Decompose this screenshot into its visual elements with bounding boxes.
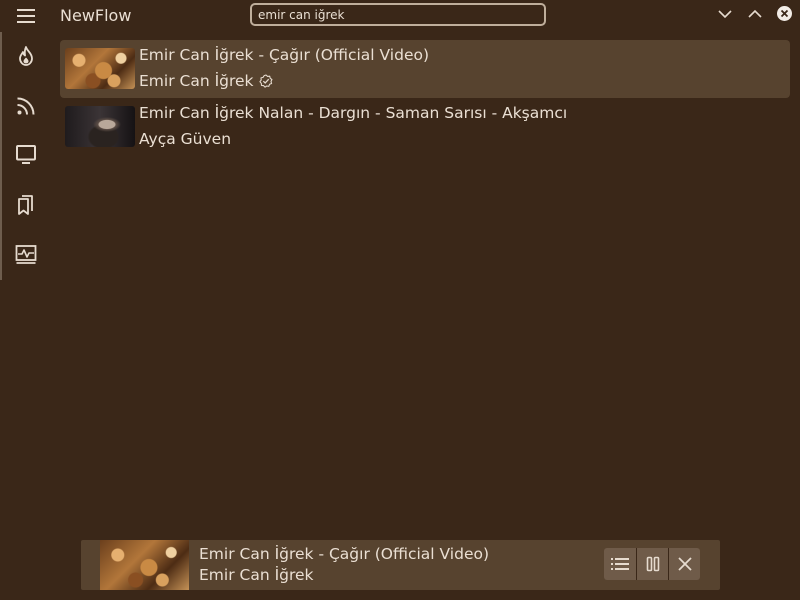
rss-icon — [17, 97, 35, 115]
verified-icon — [258, 74, 272, 88]
sidebar-item-trending[interactable] — [12, 42, 40, 70]
result-item[interactable]: Emir Can İğrek Nalan - Dargın - Saman Sa… — [60, 98, 790, 156]
sidebar-item-channels[interactable] — [12, 140, 40, 168]
queue-list-icon — [611, 558, 629, 570]
mini-player[interactable]: Emir Can İğrek - Çağır (Official Video) … — [81, 540, 720, 590]
sidebar-item-playlists[interactable] — [12, 190, 40, 218]
result-item[interactable]: Emir Can İğrek - Çağır (Official Video) … — [60, 40, 790, 98]
result-channel: Ayça Güven — [139, 130, 232, 148]
menu-icon[interactable] — [14, 6, 38, 26]
search-input[interactable] — [250, 3, 546, 26]
result-channel: Emir Can İğrek — [139, 72, 273, 90]
video-thumbnail — [65, 106, 135, 147]
pause-icon — [646, 556, 659, 572]
close-icon — [677, 557, 692, 571]
sidebar-item-subscriptions[interactable] — [12, 92, 40, 120]
chevron-down-icon[interactable] — [714, 4, 736, 24]
sidebar-item-activity[interactable] — [12, 240, 40, 268]
app-title: NewFlow — [60, 6, 132, 25]
tv-icon — [16, 145, 36, 164]
pause-button[interactable] — [636, 548, 668, 580]
queue-button[interactable] — [604, 548, 636, 580]
player-channel: Emir Can İğrek — [199, 566, 314, 584]
bookmarks-icon — [18, 195, 33, 215]
chevron-up-icon[interactable] — [744, 4, 766, 24]
channel-name: Emir Can İğrek — [139, 72, 254, 90]
close-window-button[interactable] — [777, 6, 792, 21]
player-thumbnail — [100, 540, 189, 590]
close-player-button[interactable] — [668, 548, 700, 580]
player-title: Emir Can İğrek - Çağır (Official Video) — [199, 545, 490, 563]
result-title: Emir Can İğrek Nalan - Dargın - Saman Sa… — [139, 104, 568, 122]
title-bar: NewFlow — [0, 0, 800, 32]
activity-monitor-icon — [15, 245, 37, 264]
result-title: Emir Can İğrek - Çağır (Official Video) — [139, 46, 430, 64]
sidebar — [0, 32, 52, 280]
close-icon — [780, 9, 789, 18]
video-thumbnail — [65, 48, 135, 89]
app-window: NewFlow emir can iğrek Emir Can İğrek - … — [0, 0, 800, 600]
player-controls — [604, 548, 700, 580]
fire-icon — [19, 46, 33, 66]
